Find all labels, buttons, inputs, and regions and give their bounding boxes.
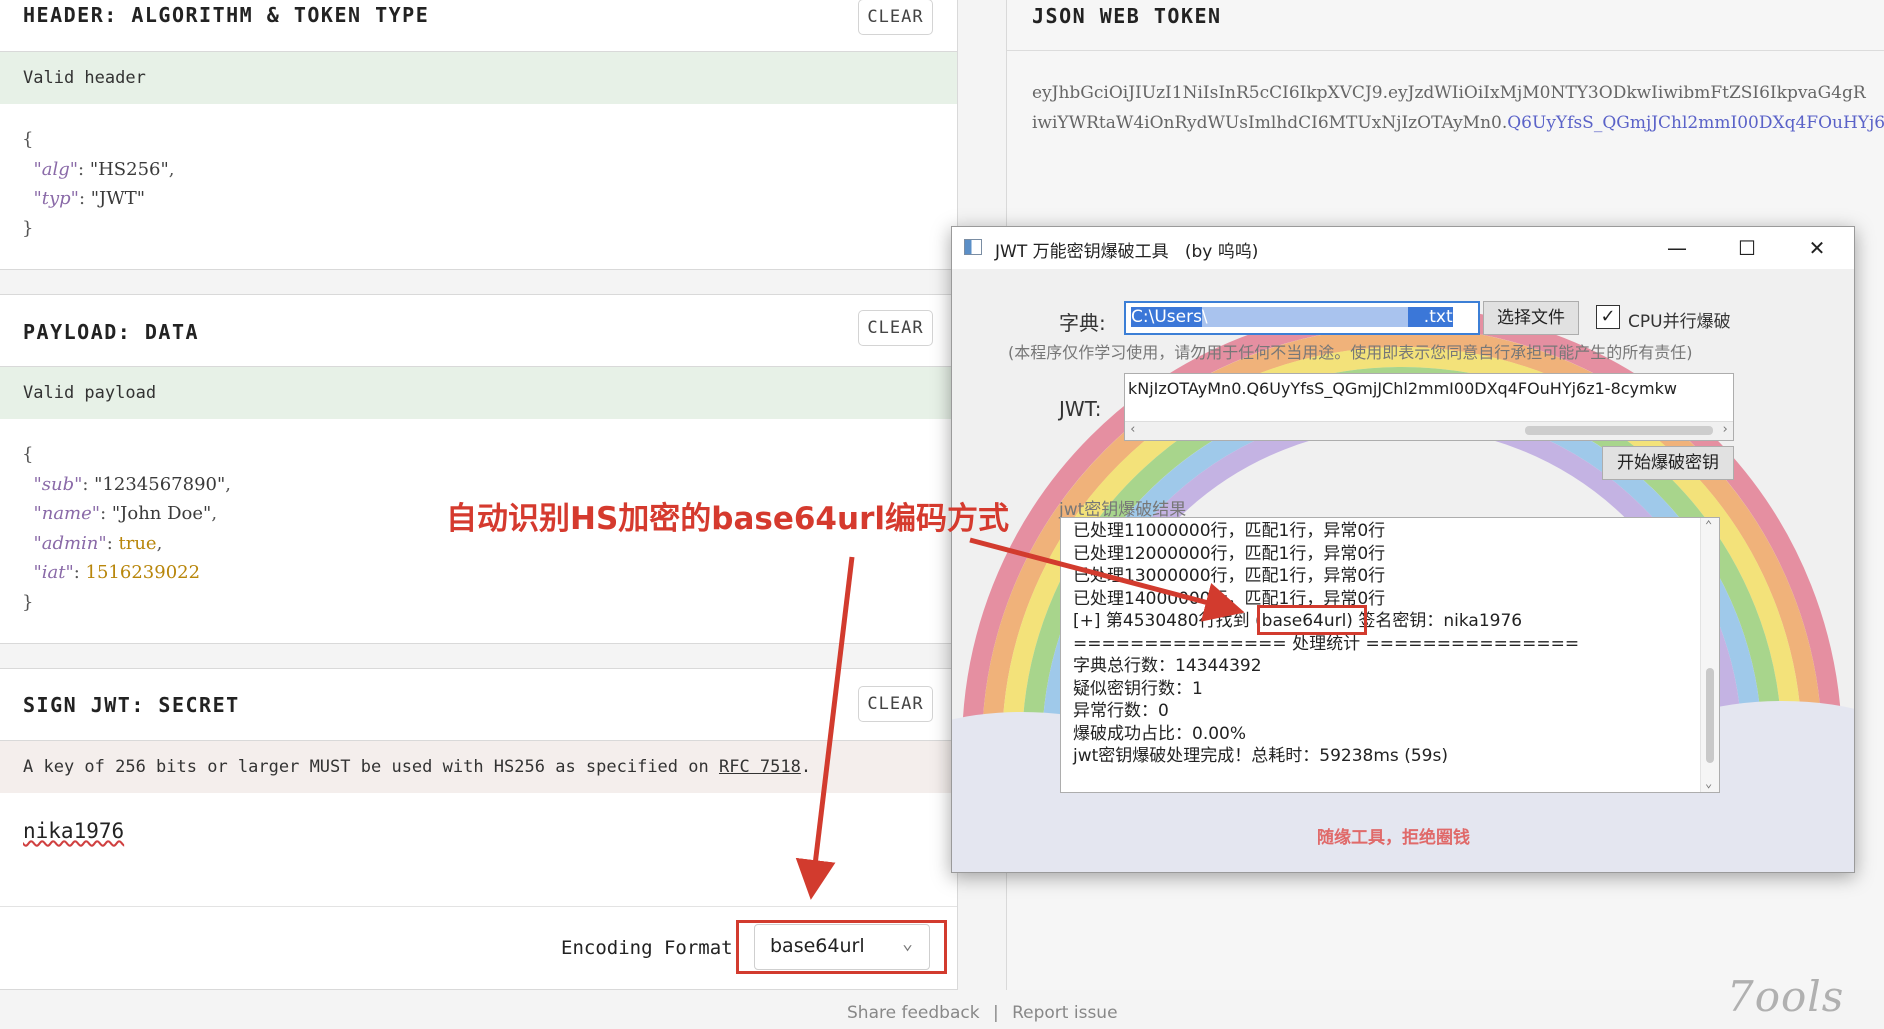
close-button[interactable]: ✕	[1782, 227, 1852, 269]
secret-input[interactable]: nika1976	[23, 819, 124, 843]
payload-json-editor[interactable]: { "sub": "1234567890", "name": "John Doe…	[22, 440, 231, 617]
jwt-signature-part: Q6UyYfsS_QGmjJChl2mmI00DXq4FOuHYj6z1-8c	[1507, 113, 1884, 133]
brace-close: }	[22, 591, 34, 613]
report-issue-link[interactable]: Report issue	[1012, 1003, 1117, 1023]
found-prefix: [+] 第4530480行找到	[1073, 611, 1250, 631]
json-key: "name"	[33, 503, 101, 524]
jwt-input-value: kNjIzOTAyMn0.Q6UyYfsS_QGmjJChl2mmI00DXq4…	[1128, 379, 1677, 398]
app-icon	[964, 239, 982, 255]
brace-open: {	[22, 129, 34, 150]
jwt-label: JWT:	[1059, 397, 1102, 421]
jwt-line-2: iwiYWRtaW4iOnRydWUsImlhdCI6MTUxNjIzOTAyM…	[1032, 108, 1884, 138]
header-card-title: HEADER: ALGORITHM & TOKEN TYPE	[23, 3, 430, 27]
payload-card: PAYLOAD: DATA CLEAR Valid payload { "sub…	[0, 294, 958, 644]
stats-line: jwt密钥爆破处理完成！总耗时：59238ms (59s)	[1073, 746, 1448, 766]
warning-text: A key of 256 bits or larger MUST be used…	[23, 757, 719, 777]
brace-close: }	[22, 217, 34, 239]
slogan: 随缘工具，拒绝圈钱	[1317, 828, 1470, 848]
scroll-up-icon: ⌃	[1705, 518, 1713, 532]
comma: ,	[168, 158, 175, 180]
json-value: "1234567890"	[94, 473, 226, 495]
cpu-parallel-label: CPU并行爆破	[1628, 312, 1731, 332]
scroll-down-icon: ⌄	[1705, 776, 1713, 790]
jwt-line-1: eyJhbGciOiJIUzI1NiIsInR5cCI6IkpXVCJ9.eyJ…	[1032, 83, 1866, 103]
encoded-jwt[interactable]: eyJhbGciOiJIUzI1NiIsInR5cCI6IkpXVCJ9.eyJ…	[1032, 78, 1884, 138]
disclaimer-text: (本程序仅作学习使用，请勿用于任何不当用途。使用即表示您同意自行承担可能产生的所…	[1008, 343, 1693, 362]
json-key: "typ"	[33, 188, 79, 209]
dialog-titlebar: JWT 万能密钥爆破工具 (by 呜呜) — ☐ ✕	[952, 227, 1854, 269]
result-line: 已处理13000000行，匹配1行，异常0行	[1073, 566, 1386, 586]
footer-separator: |	[992, 1003, 999, 1023]
maximize-button[interactable]: ☐	[1712, 227, 1782, 269]
stats-line: 异常行数：0	[1073, 701, 1169, 721]
stats-header: =============== 处理统计 ===============	[1073, 633, 1580, 654]
json-key: "admin"	[33, 532, 107, 554]
header-clear-button[interactable]: CLEAR	[858, 0, 933, 35]
jwt-input[interactable]: kNjIzOTAyMn0.Q6UyYfsS_QGmjJChl2mmI00DXq4…	[1124, 373, 1734, 441]
annotation-caption: 自动识别HS加密的base64url编码方式	[446, 501, 1009, 537]
payload-clear-button[interactable]: CLEAR	[858, 310, 933, 346]
scroll-left-icon: ‹	[1129, 422, 1137, 437]
result-scrollbar[interactable]: ⌃ ⌄	[1700, 518, 1719, 792]
stats-line: 疑似密钥行数：1	[1073, 678, 1203, 699]
header-card: HEADER: ALGORITHM & TOKEN TYPE CLEAR Val…	[0, 0, 958, 270]
header-status: Valid header	[0, 52, 957, 104]
scroll-right-icon: ›	[1721, 422, 1729, 437]
result-lines: 已处理11000000行，匹配1行，异常0行 已处理12000000行，匹配1行，…	[1073, 520, 1579, 768]
sign-card-title: SIGN JWT: SECRET	[23, 693, 240, 717]
result-box[interactable]: 已处理11000000行，匹配1行，异常0行 已处理12000000行，匹配1行，…	[1060, 517, 1720, 793]
minimize-button[interactable]: —	[1642, 227, 1712, 269]
json-value: true	[118, 532, 157, 554]
jwt-input-scrollbar[interactable]: ‹ ›	[1125, 421, 1733, 440]
cpu-parallel-checkbox[interactable]: ✓	[1596, 305, 1620, 329]
dialog-title: JWT 万能密钥爆破工具 (by 呜呜)	[995, 242, 1259, 262]
json-key: "alg"	[33, 158, 79, 180]
payload-status: Valid payload	[0, 367, 957, 419]
json-key: "sub"	[33, 473, 83, 495]
brace-open: {	[22, 444, 34, 465]
encoding-format-label: Encoding Format	[561, 937, 733, 959]
header-json-editor[interactable]: { "alg": "HS256", "typ": "JWT" }	[22, 125, 175, 243]
dict-path-value: C:\Users\ .txt	[1131, 307, 1453, 327]
encoding-format-highlight	[736, 920, 947, 974]
json-value: "John Doe"	[111, 503, 212, 524]
payload-card-title: PAYLOAD: DATA	[23, 320, 200, 344]
warning-suffix: .	[800, 757, 812, 777]
share-feedback-link[interactable]: Share feedback	[847, 1003, 980, 1023]
stats-line: 字典总行数：14344392	[1073, 656, 1262, 676]
found-tag-highlight	[1257, 605, 1367, 635]
start-brute-force-button[interactable]: 开始爆破密钥	[1602, 446, 1734, 480]
dict-label: 字典:	[1059, 311, 1106, 335]
json-value: "JWT"	[90, 188, 146, 209]
jwt-payload-part: iwiYWRtaW4iOnRydWUsImlhdCI6MTUxNjIzOTAyM…	[1032, 113, 1508, 133]
watermark-logo: 7ools	[1727, 972, 1845, 1021]
json-value: "HS256"	[89, 158, 169, 180]
brute-force-dialog: JWT 万能密钥爆破工具 (by 呜呜) — ☐ ✕ 字典: C:\Users\…	[951, 226, 1855, 873]
secret-warning: A key of 256 bits or larger MUST be used…	[0, 741, 957, 793]
json-key: "iat"	[33, 562, 74, 583]
rfc-link[interactable]: RFC 7518	[719, 757, 801, 777]
choose-file-button[interactable]: 选择文件	[1483, 301, 1579, 335]
jwt-card-title: JSON WEB TOKEN	[1032, 4, 1222, 28]
dict-path-field[interactable]: C:\Users\ .txt	[1124, 301, 1480, 335]
scroll-thumb[interactable]	[1706, 668, 1714, 763]
sign-clear-button[interactable]: CLEAR	[858, 686, 933, 722]
footer: Share feedback | Report issue	[847, 1003, 1118, 1023]
stats-line: 爆破成功占比：0.00%	[1073, 723, 1247, 744]
json-value: 1516239022	[85, 562, 201, 583]
result-line: 已处理11000000行，匹配1行，异常0行	[1073, 521, 1386, 541]
scroll-thumb[interactable]	[1525, 426, 1713, 435]
result-line: 已处理12000000行，匹配1行，异常0行	[1073, 543, 1386, 564]
found-suffix: 签名密钥：nika1976	[1358, 611, 1523, 631]
